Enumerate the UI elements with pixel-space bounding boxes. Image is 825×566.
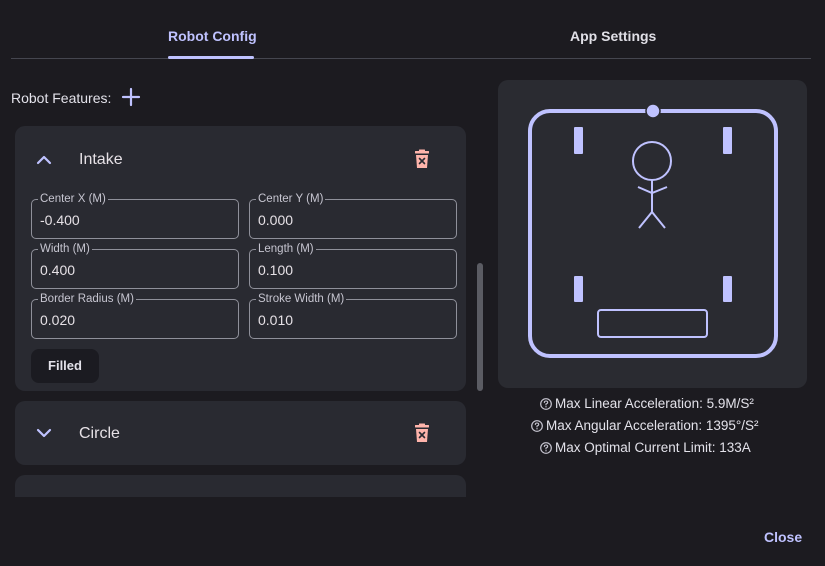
robot-features-label: Robot Features:	[11, 90, 112, 106]
swerve-module-front-left	[574, 127, 583, 154]
stat-text: Max Linear Acceleration: 5.9M/S²	[555, 396, 754, 411]
scrollbar-thumb[interactable]	[477, 263, 483, 391]
robot-preview	[498, 80, 807, 388]
stat-max-optimal-current-limit: Max Optimal Current Limit: 133A	[540, 440, 751, 455]
feature-title: Intake	[79, 151, 123, 168]
stroke-width-field[interactable]: Stroke Width (M) 0.010	[249, 292, 457, 339]
border-radius-value: 0.020	[40, 312, 76, 328]
filled-toggle-button[interactable]: Filled	[31, 349, 99, 383]
swerve-module-back-right	[723, 276, 732, 302]
stat-max-angular-acceleration: Max Angular Acceleration: 1395°/S²	[531, 418, 759, 433]
robot-outline	[528, 109, 778, 358]
add-feature-button[interactable]	[120, 86, 142, 108]
length-value: 0.100	[258, 262, 294, 278]
chevron-up-icon	[36, 155, 52, 165]
plus-icon	[121, 87, 141, 107]
stroke-width-label: Stroke Width (M)	[256, 292, 347, 306]
width-label: Width (M)	[38, 242, 92, 256]
feature-card-circle: Circle	[15, 401, 466, 465]
center-y-field[interactable]: Center Y (M) 0.000	[249, 192, 457, 239]
tab-app-settings[interactable]: App Settings	[570, 28, 656, 44]
feature-card-partial[interactable]	[15, 475, 466, 497]
stroke-width-value: 0.010	[258, 312, 294, 328]
center-y-label: Center Y (M)	[256, 192, 326, 206]
center-x-label: Center X (M)	[38, 192, 108, 206]
swerve-module-back-left	[574, 276, 583, 302]
help-circle-icon[interactable]	[531, 419, 543, 432]
swerve-module-front-right	[723, 127, 732, 154]
border-radius-field[interactable]: Border Radius (M) 0.020	[31, 292, 239, 339]
length-field[interactable]: Length (M) 0.100	[249, 242, 457, 289]
tab-robot-config[interactable]: Robot Config	[168, 28, 257, 44]
help-circle-icon[interactable]	[540, 397, 552, 410]
tab-divider	[11, 58, 811, 59]
heading-indicator	[645, 103, 661, 119]
help-circle-icon[interactable]	[540, 441, 552, 454]
center-x-field[interactable]: Center X (M) -0.400	[31, 192, 239, 239]
feature-title: Circle	[79, 425, 120, 442]
chevron-down-icon	[36, 428, 52, 438]
stat-text: Max Optimal Current Limit: 133A	[555, 440, 751, 455]
border-radius-label: Border Radius (M)	[38, 292, 136, 306]
stick-figure-icon	[632, 141, 672, 229]
delete-icon	[415, 423, 429, 442]
stat-text: Max Angular Acceleration: 1395°/S²	[546, 418, 759, 433]
stat-max-linear-acceleration: Max Linear Acceleration: 5.9M/S²	[540, 396, 754, 411]
delete-feature-button[interactable]	[413, 149, 431, 169]
intake-shape	[597, 309, 708, 338]
center-y-value: 0.000	[258, 212, 294, 228]
active-tab-indicator	[168, 56, 254, 59]
center-x-value: -0.400	[40, 212, 80, 228]
width-value: 0.400	[40, 262, 76, 278]
width-field[interactable]: Width (M) 0.400	[31, 242, 239, 289]
delete-feature-button[interactable]	[413, 423, 431, 443]
delete-icon	[415, 149, 429, 168]
tab-bar: Robot Config App Settings	[11, 0, 811, 60]
collapse-button[interactable]	[35, 151, 53, 169]
robot-preview-canvas	[528, 103, 778, 358]
close-button[interactable]: Close	[764, 529, 802, 545]
feature-card-intake: Intake Center X (M) -0.400 Center Y (M) …	[15, 126, 466, 391]
length-label: Length (M)	[256, 242, 316, 256]
expand-button[interactable]	[35, 424, 53, 442]
